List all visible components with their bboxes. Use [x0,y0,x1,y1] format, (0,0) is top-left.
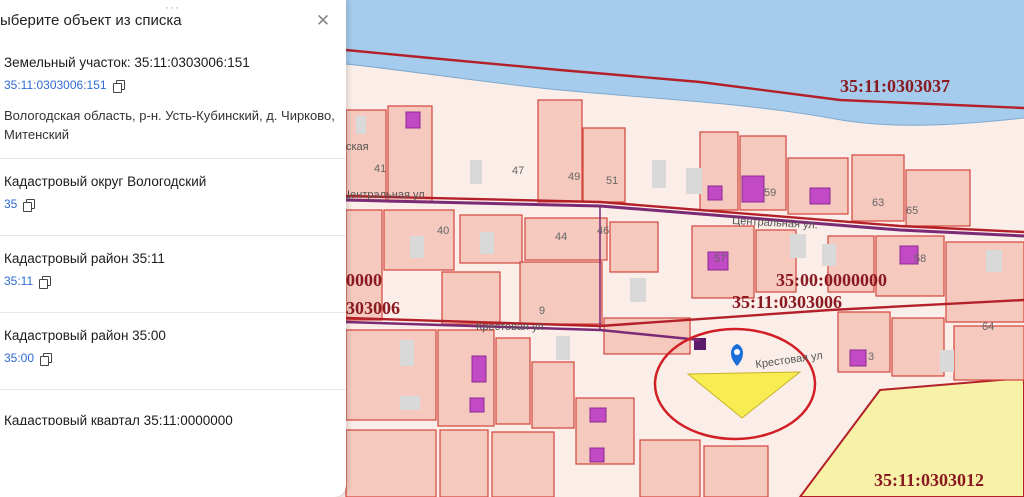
svg-text:40: 40 [437,225,449,237]
parcel[interactable] [703,445,769,497]
parcel[interactable] [537,99,583,203]
object-list-panel: ··· ыберите объект из списка ✕ Земельный… [0,0,346,497]
svg-text:64: 64 [982,321,994,333]
label-quarter-top: 35:11:0303037 [840,76,950,96]
list-item-address: Вологодская область, р-н. Усть-Кубинский… [4,108,335,142]
parcel[interactable] [851,154,905,222]
parcel[interactable] [491,431,555,497]
list-item-title: Кадастровый район 35:00 [4,328,166,343]
list-item-code: 35:11:0303006:151 [4,78,340,93]
parcel[interactable] [441,271,501,325]
list-item-title: Земельный участок: 35:11:0303006:151 [4,55,250,70]
copy-icon[interactable] [40,352,53,366]
label-quarter-main: 35:11:0303006 [732,292,842,312]
svg-text:63: 63 [872,197,884,209]
list-item-cadastral-region[interactable]: Кадастровый район 35:00 35:00 [0,313,346,390]
panel-header: ыберите объект из списка ✕ [0,8,346,36]
label-district: 35:00:0000000 [776,270,887,290]
svg-text:51: 51 [606,175,618,187]
list-item-title: Кадастровый квартал 35:11:0000000 [4,413,233,425]
parcel[interactable] [519,261,603,325]
street-label-central: Центральная ул [342,189,425,201]
cadastral-number[interactable]: 35:11 [4,274,33,288]
list-item-code: 35 [4,197,340,212]
svg-text:57: 57 [714,253,726,265]
list-item-cadastral-quarter[interactable]: Кадастровый квартал 35:11:0000000 [0,413,346,425]
svg-text:41: 41 [374,163,386,175]
svg-text:58: 58 [914,253,926,265]
parcel[interactable] [787,157,849,215]
svg-text:3: 3 [868,351,874,363]
parcel[interactable] [953,325,1024,381]
svg-text:49: 49 [568,171,580,183]
svg-text:47: 47 [512,165,524,177]
parcel[interactable] [439,429,489,497]
cadastral-number[interactable]: 35 [4,197,17,211]
street-label-partial: ская [346,141,369,153]
list-item-code: 35:00 [4,351,340,366]
svg-text:46: 46 [597,225,609,237]
svg-text:9: 9 [539,305,545,317]
close-icon[interactable]: ✕ [312,10,334,32]
parcel[interactable] [905,169,971,227]
label-partial-left-a: 0000 [346,270,382,290]
parcel[interactable] [891,317,945,377]
list-item-cadastral-district[interactable]: Кадастровый округ Вологодский 35 [0,159,346,236]
list-item-cadastral-region[interactable]: Кадастровый район 35:11 35:11 [0,236,346,313]
copy-icon[interactable] [39,275,52,289]
parcel[interactable] [495,337,531,425]
cadastral-number[interactable]: 35:11:0303006:151 [4,78,107,92]
cadastral-number[interactable]: 35:00 [4,351,34,365]
panel-title: ыберите объект из списка [0,12,182,29]
label-partial-left-b: 303006 [346,298,400,318]
parcel[interactable] [639,439,701,497]
svg-text:65: 65 [906,205,918,217]
svg-text:59: 59 [764,187,776,199]
street-label-cross: Крестовая ул [476,321,544,333]
label-quarter-bottom: 35:11:0303012 [874,470,984,490]
parcel[interactable] [345,429,437,497]
list-item-land-plot[interactable]: Земельный участок: 35:11:0303006:151 35:… [0,42,346,159]
parcel[interactable] [609,221,659,273]
parcel[interactable] [582,127,626,203]
list-item-title: Кадастровый район 35:11 [4,251,165,266]
list-item-title: Кадастровый округ Вологодский [4,174,207,189]
parcel[interactable] [531,361,575,429]
svg-text:44: 44 [555,231,567,243]
copy-icon[interactable] [23,198,36,212]
copy-icon[interactable] [112,79,125,93]
list-item-code: 35:11 [4,274,340,289]
parcel[interactable] [945,241,1024,323]
object-list: Земельный участок: 35:11:0303006:151 35:… [0,42,346,424]
parcel[interactable] [345,329,437,421]
